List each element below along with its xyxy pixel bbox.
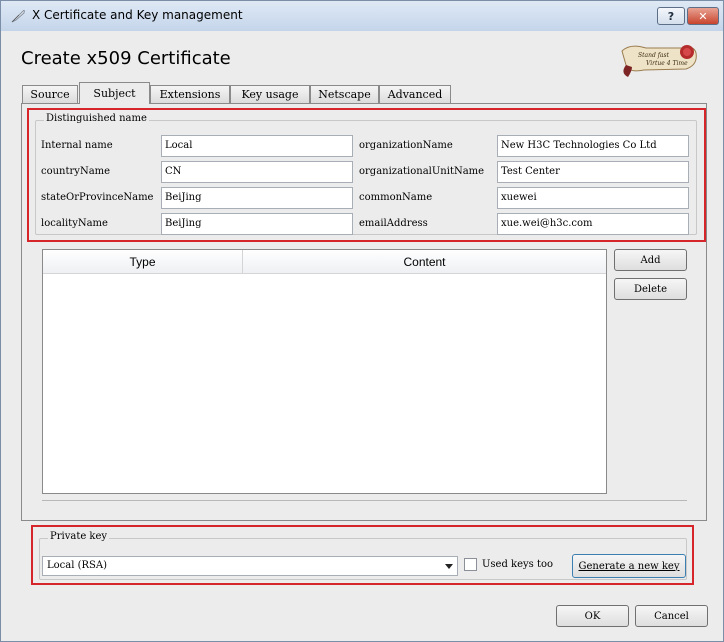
email-address-field[interactable]: xue.wei@h3c.com [497,213,689,235]
locality-name-label: localityName [41,218,108,229]
help-button[interactable]: ? [657,7,685,25]
common-name-field[interactable]: xuewei [497,187,689,209]
tab-source[interactable]: Source [22,85,78,103]
tab-key-usage[interactable]: Key usage [230,85,310,103]
tab-extensions[interactable]: Extensions [150,85,230,103]
svg-text:Virtue 4 Time: Virtue 4 Time [646,60,688,67]
private-key-select[interactable]: Local (RSA) [42,556,458,576]
org-unit-name-label: organizationalUnitName [359,166,485,177]
country-name-field[interactable]: CN [161,161,353,183]
app-feather-icon [10,8,26,24]
used-keys-label[interactable]: Used keys too [482,559,553,570]
org-unit-name-field[interactable]: Test Center [497,161,689,183]
title-bar: X Certificate and Key management ? ✕ [1,1,723,31]
dn-group-title: Distinguished name [44,113,149,124]
cancel-button[interactable]: Cancel [635,605,708,627]
country-name-label: countryName [41,166,111,177]
organization-name-label: organizationName [359,140,453,151]
add-button[interactable]: Add [614,249,687,271]
app-logo: Stand fast Virtue 4 Time [616,39,702,81]
dialog-window: X Certificate and Key management ? ✕ Cre… [0,0,724,642]
logo-text: Stand fast [638,52,670,59]
state-name-field[interactable]: BeiJing [161,187,353,209]
generate-new-key-label: Generate a new key [578,560,680,572]
tab-advanced[interactable]: Advanced [379,85,451,103]
window-title: X Certificate and Key management [32,8,243,22]
chevron-down-icon[interactable] [445,564,453,569]
locality-name-field[interactable]: BeiJing [161,213,353,235]
common-name-label: commonName [359,192,433,203]
used-keys-checkbox[interactable] [464,558,477,571]
internal-name-field[interactable]: Local [161,135,353,157]
separator-line [42,500,687,501]
generate-new-key-button[interactable]: Generate a new key [572,554,686,578]
close-button[interactable]: ✕ [687,7,719,25]
email-address-label: emailAddress [359,218,428,229]
ok-button[interactable]: OK [556,605,629,627]
subject-entries-table[interactable]: Type Content [42,249,607,494]
organization-name-field[interactable]: New H3C Technologies Co Ltd [497,135,689,157]
column-header-content[interactable]: Content [243,250,606,274]
tab-netscape[interactable]: Netscape [310,85,379,103]
delete-button[interactable]: Delete [614,278,687,300]
internal-name-label: Internal name [41,140,113,151]
private-key-group-title: Private key [48,531,110,542]
tab-subject[interactable]: Subject [79,82,150,104]
column-header-type[interactable]: Type [43,250,243,274]
state-name-label: stateOrProvinceName [41,192,154,203]
page-title: Create x509 Certificate [21,48,231,69]
dialog-client: Create x509 Certificate Stand fast Virtu… [9,31,715,635]
private-key-selected-value: Local (RSA) [47,560,108,571]
